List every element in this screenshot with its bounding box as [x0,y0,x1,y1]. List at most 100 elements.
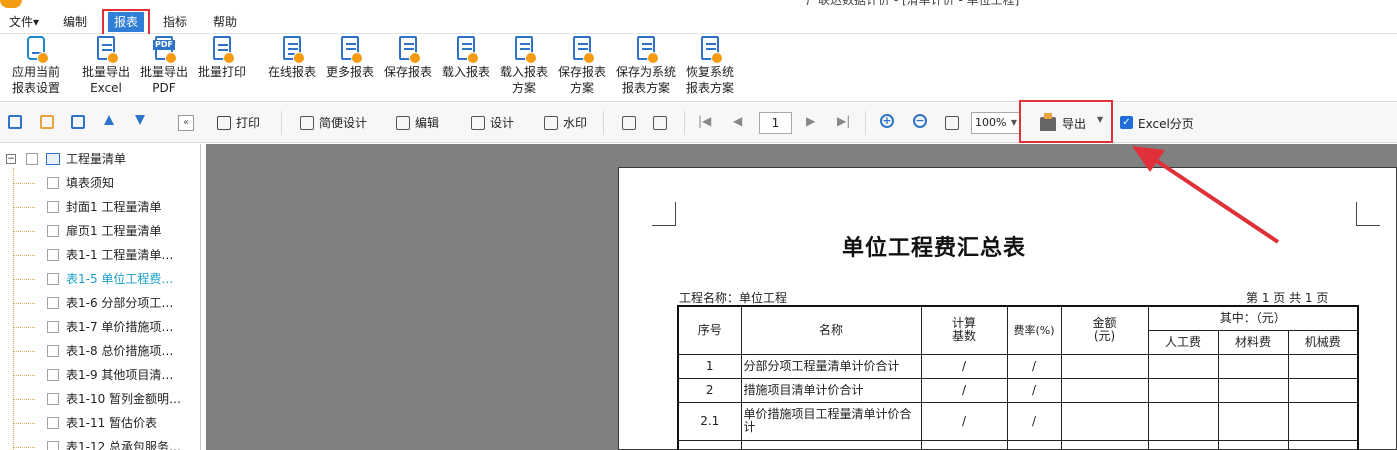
person-doc-icon [25,36,49,64]
report-folder-icon [46,153,60,165]
page-corner-mark [652,202,676,226]
tree-item[interactable]: 表1-1 工程量清单… [0,243,201,267]
table-row: 2 措施项目清单计价合计 / / [677,377,1359,403]
tree-checkbox[interactable] [47,201,59,213]
tree-guide-line [13,207,35,208]
double-page-view-button[interactable] [653,113,672,133]
save-report-scheme-button[interactable]: 保存报表 方案 [556,36,608,96]
tree-guide-line [13,303,35,304]
header-among: 其中：（元） [1147,305,1359,331]
next-page-icon[interactable]: ▶ [806,114,815,128]
app-logo-icon [0,0,22,8]
prev-page-icon[interactable]: ◀ [733,114,742,128]
tree-checkbox[interactable] [47,369,59,381]
menu-bar: 广联达数据计价 - [清单计价 - 单位工程] 文件▾ 编制 报表 指标 帮助 [0,0,1397,36]
last-page-icon[interactable]: ▶| [837,114,850,128]
collapse-icon[interactable]: − [6,154,16,164]
fit-width-button[interactable] [945,113,964,133]
tree-guide-line [13,183,35,184]
report-tree: − 工程量清单 填表须知封面1 工程量清单扉页1 工程量清单 表1-1 工程量清单… [0,144,201,450]
restore-system-scheme-button[interactable]: 恢复系统 报表方案 [684,36,736,96]
tree-guide-line [13,327,35,328]
menu-help[interactable]: 帮助 [213,12,237,32]
tree-item-label: 填表须知 [66,176,115,190]
pdf-export-icon: PDF [153,36,177,64]
zoom-select[interactable]: 100% ▼ [971,112,1021,134]
tree-guide-line [13,255,35,256]
batch-print-button[interactable]: 批量打印 [196,36,248,80]
tree-checkbox[interactable] [47,393,59,405]
load-report-button[interactable]: 载入报表 [440,36,492,80]
simple-design-button[interactable]: 简便设计 [300,113,367,133]
tree-item[interactable]: 表1-8 总价措施项… [0,339,201,363]
load-report-scheme-button[interactable]: 载入报表 方案 [498,36,550,96]
menu-edit[interactable]: 编制 [63,12,87,32]
header-seq: 序号 [677,305,742,355]
zoom-out-icon[interactable]: − [913,114,927,128]
tree-item[interactable]: 表1-5 单位工程费… [0,267,201,291]
simple-design-icon [300,116,314,130]
zoom-in-icon[interactable]: + [880,114,894,128]
watermark-button[interactable]: 水印 [544,113,587,133]
tree-item[interactable]: 表1-10 暂列金额明… [0,387,201,411]
tree-checkbox[interactable] [47,225,59,237]
tree-checkbox[interactable] [47,417,59,429]
tree-item[interactable]: 表1-7 单价措施项… [0,315,201,339]
table-row [677,439,1359,450]
tree-checkbox[interactable] [47,321,59,333]
page-number-input[interactable]: 1 [759,112,792,134]
batch-export-excel-button[interactable]: 批量导出 Excel [80,36,132,96]
collapse-panel-button[interactable]: « [178,115,194,131]
menu-index[interactable]: 指标 [163,12,187,32]
tree-item-label: 表1-7 单价措施项… [66,320,174,334]
batch-export-pdf-button[interactable]: PDF 批量导出 PDF [138,36,190,96]
move-up-icon[interactable] [104,115,114,125]
tree-item[interactable]: 表1-6 分部分项工… [0,291,201,315]
online-report-button[interactable]: 在线报表 [266,36,318,80]
edit-icon [396,116,410,130]
single-page-view-button[interactable] [622,113,641,133]
apply-report-settings-button[interactable]: 应用当前 报表设置 [8,36,64,96]
tree-item[interactable]: 表1-12 总承包服务… [0,435,201,450]
header-labor: 人工费 [1147,329,1219,355]
more-report-icon [339,36,363,64]
highlight-box-export [1019,100,1113,143]
tree-checkbox[interactable] [47,441,59,450]
save-report-icon [397,36,421,64]
save-as-system-scheme-button[interactable]: 保存为系统 报表方案 [614,36,678,96]
online-report-icon [281,36,305,64]
printer-icon [217,116,231,130]
tree-item[interactable]: 扉页1 工程量清单 [0,219,201,243]
tree-checkbox[interactable] [47,249,59,261]
tree-item[interactable]: 表1-9 其他项目清… [0,363,201,387]
restore-system-scheme-icon [699,36,723,64]
save-scheme-icon [571,36,595,64]
tree-checkbox[interactable] [26,153,38,165]
single-page-icon [622,116,636,130]
design-button[interactable]: 设计 [471,113,514,133]
add-folder-icon[interactable] [40,115,54,129]
tree-item-label: 表1-11 暂估价表 [66,416,158,430]
tree-root[interactable]: − 工程量清单 [0,147,201,171]
tree-item[interactable]: 表1-11 暂估价表 [0,411,201,435]
tree-checkbox[interactable] [47,345,59,357]
print-button[interactable]: 打印 [217,113,260,133]
project-name: 工程名称：单位工程 [679,291,788,305]
page-info: 第 1 页 共 1 页 [1246,291,1329,305]
tree-item[interactable]: 封面1 工程量清单 [0,195,201,219]
tree-item-label: 扉页1 工程量清单 [66,224,162,238]
save-report-button[interactable]: 保存报表 [382,36,434,80]
tree-checkbox[interactable] [47,177,59,189]
add-report-icon[interactable] [8,115,22,129]
move-down-icon[interactable] [135,115,145,125]
tree-checkbox[interactable] [47,297,59,309]
first-page-icon[interactable]: |◀ [698,114,711,128]
excel-paging-checkbox[interactable]: ✓ [1120,116,1133,129]
edit-button[interactable]: 编辑 [396,113,439,133]
tree-item-label: 表1-1 工程量清单… [66,248,174,262]
tree-checkbox[interactable] [47,273,59,285]
delete-icon[interactable] [71,115,85,129]
tree-item[interactable]: 填表须知 [0,171,201,195]
menu-file[interactable]: 文件▾ [9,12,39,32]
more-report-button[interactable]: 更多报表 [324,36,376,80]
